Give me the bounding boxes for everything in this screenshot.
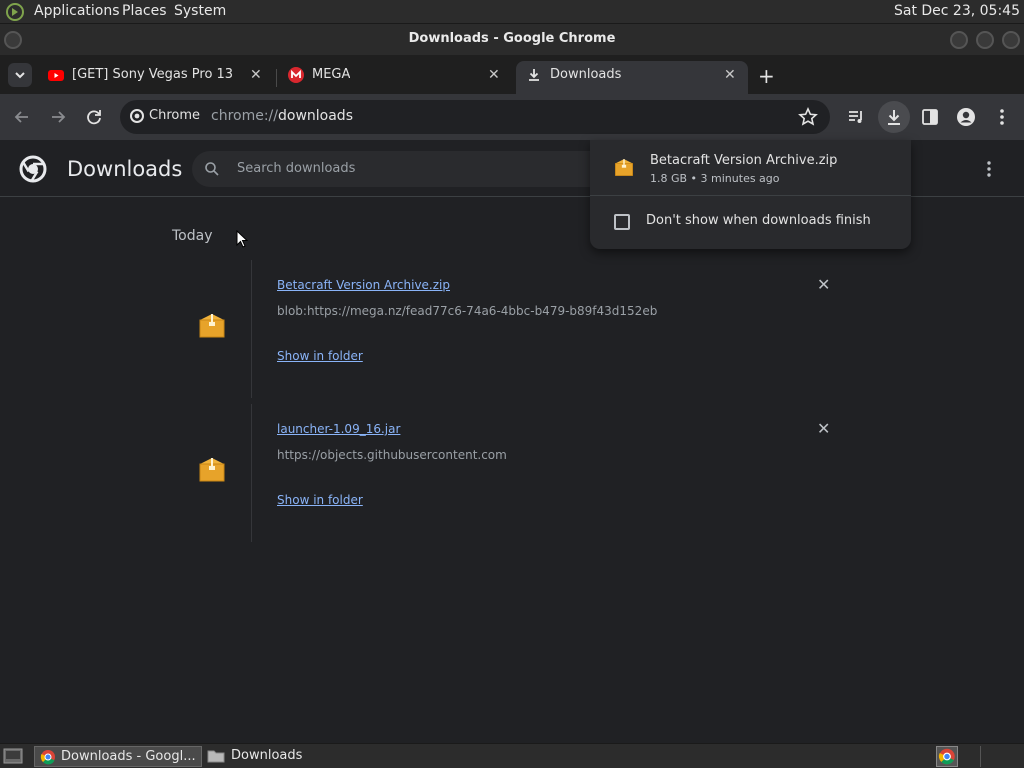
chrome-logo-icon [19,155,47,183]
search-icon [204,161,220,177]
chrome-logo-icon [130,108,144,123]
download-item: launcher-1.09_16.jar https://objects.git… [172,404,852,542]
system-logo-icon[interactable] [5,2,25,22]
taskbar-item-chrome[interactable]: Downloads - Googl... [34,746,202,767]
url-text[interactable]: chrome://downloads [211,108,353,124]
window-titlebar: Downloads - Google Chrome [0,24,1024,55]
archive-file-icon [614,156,634,178]
show-in-folder-link[interactable]: Show in folder [277,349,363,363]
new-tab-icon[interactable]: + [758,64,775,88]
forward-arrow-icon[interactable] [47,106,69,128]
bookmark-star-icon[interactable] [797,106,819,128]
downloads-toolbar-button[interactable] [878,101,910,133]
tab-mega[interactable]: MEGA ✕ [278,61,512,94]
url-path: downloads [278,108,353,124]
tab-divider [276,69,277,87]
reload-icon[interactable] [83,106,105,128]
show-desktop-icon[interactable] [3,747,23,765]
dont-show-checkbox-label[interactable]: Don't show when downloads finish [646,213,871,228]
tray-divider [980,746,981,767]
remove-download-close-icon[interactable]: ✕ [817,419,830,438]
tab-close-icon[interactable]: ✕ [724,67,736,83]
page-title: Downloads [67,157,183,181]
tab-label: MEGA [312,67,351,82]
mouse-pointer-icon [236,230,248,248]
download-file-name-link[interactable]: Betacraft Version Archive.zip [277,278,450,292]
window-close-button[interactable] [1002,31,1020,49]
download-item: Betacraft Version Archive.zip blob:https… [172,260,852,398]
side-panel-icon[interactable] [919,106,941,128]
archive-file-icon [198,454,226,484]
window-title: Downloads - Google Chrome [408,31,616,46]
window-minimize-button[interactable] [950,31,968,49]
tab-close-icon[interactable]: ✕ [250,67,262,83]
menu-places[interactable]: Places [122,3,167,19]
bubble-download-item[interactable]: Betacraft Version Archive.zip 1.8 GB • 3… [590,140,911,196]
tab-downloads[interactable]: Downloads ✕ [516,61,748,94]
window-maximize-button[interactable] [976,31,994,49]
tab-search-button[interactable] [8,63,32,87]
system-top-panel: Applications Places System Sat Dec 23, 0… [0,0,1024,24]
bottom-taskbar: Downloads - Googl... Downloads [0,743,1024,768]
section-header-today: Today [172,228,213,244]
menu-applications[interactable]: Applications [34,3,120,19]
taskbar-item-label: Downloads - Googl... [61,749,196,764]
tab-label: [GET] Sony Vegas Pro 13 Key [72,67,238,82]
taskbar-item-label: Downloads [231,748,303,763]
download-icon [526,67,542,83]
chevron-down-icon [15,72,25,79]
search-downloads-input[interactable]: Search downloads [192,151,612,187]
tab-label: Downloads [550,67,622,82]
profile-avatar-icon[interactable] [955,106,977,128]
download-bubble-popup: Betacraft Version Archive.zip 1.8 GB • 3… [590,140,911,249]
tab-sony-vegas[interactable]: [GET] Sony Vegas Pro 13 Key ✕ [38,61,274,94]
archive-file-icon [198,310,226,340]
bubble-file-name: Betacraft Version Archive.zip [650,153,838,168]
download-icon [888,110,900,125]
show-in-folder-link[interactable]: Show in folder [277,493,363,507]
menu-system[interactable]: System [174,3,226,19]
more-vertical-icon[interactable] [991,106,1013,128]
chrome-logo-icon [40,749,56,765]
site-info-chip[interactable]: Chrome [130,108,200,123]
taskbar-item-file-manager[interactable]: Downloads [205,746,375,767]
tray-chrome-icon[interactable] [936,746,958,767]
dont-show-checkbox[interactable] [614,214,630,230]
page-more-vertical-icon[interactable] [978,158,1000,180]
tab-close-icon[interactable]: ✕ [488,67,500,83]
remove-download-close-icon[interactable]: ✕ [817,275,830,294]
bubble-file-meta: 1.8 GB • 3 minutes ago [650,172,780,185]
mega-icon [288,67,304,83]
system-clock[interactable]: Sat Dec 23, 05:45 [894,3,1020,19]
folder-icon [207,749,225,763]
downloads-list: Today Betacraft Version Archive.zip blob… [0,197,1024,743]
back-arrow-icon[interactable] [11,106,33,128]
url-scheme: chrome:// [211,108,278,124]
search-placeholder: Search downloads [237,161,356,176]
youtube-icon [48,67,64,83]
tab-strip: [GET] Sony Vegas Pro 13 Key ✕ MEGA ✕ Dow… [0,55,1024,94]
download-source-url: blob:https://mega.nz/fead77c6-74a6-4bbc-… [277,304,658,318]
browser-toolbar: Chrome chrome://downloads [0,94,1024,140]
address-bar[interactable]: Chrome chrome://downloads [120,100,830,134]
download-source-url: https://objects.githubusercontent.com [277,448,507,462]
site-chip-label: Chrome [149,108,200,123]
media-controls-icon[interactable] [846,106,868,128]
download-file-name-link[interactable]: launcher-1.09_16.jar [277,422,400,436]
